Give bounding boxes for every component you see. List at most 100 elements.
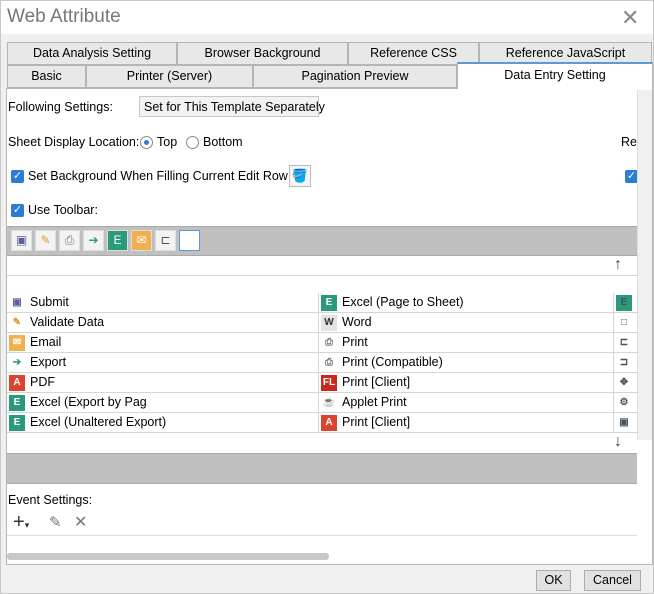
pdf-icon: A (9, 374, 25, 391)
list-item[interactable]: ⚙ (613, 393, 637, 412)
excel-icon: E (9, 394, 25, 411)
export-icon[interactable]: ➔ (83, 230, 104, 251)
hierarchy-icon: ⊐ (619, 356, 629, 368)
export-icon: ➔ (12, 356, 22, 368)
list-bottom-row: ↓ (7, 433, 637, 453)
table-row: ▣ Submit E Excel (Page to Sheet) E (7, 293, 637, 313)
list-item[interactable]: ✉ Email (7, 333, 318, 352)
table-row: ✉ Email ⎙ Print ⊏ (7, 333, 637, 353)
email-icon[interactable]: ✉ (131, 230, 152, 251)
list-item-label: Submit (30, 295, 69, 309)
save-icon[interactable]: ▣ (11, 230, 32, 251)
list-item-label: Excel (Unaltered Export) (30, 415, 167, 429)
tab-browser-background[interactable]: Browser Background (177, 42, 348, 65)
cancel-button[interactable]: Cancel (584, 570, 641, 591)
list-item-label: Print [Client] (342, 375, 411, 389)
print-icon: ⎙ (325, 336, 333, 348)
list-item-label: PDF (30, 375, 55, 389)
gear-icon: ⚙ (619, 396, 629, 408)
move-down-icon[interactable]: ↓ (614, 433, 622, 451)
horizontal-scrollbar[interactable] (7, 553, 329, 560)
list-item-label: Validate Data (30, 315, 105, 329)
tab-basic[interactable]: Basic (7, 65, 86, 88)
table-row: A PDF FL Print [Client] ✥ (7, 373, 637, 393)
radio-bottom[interactable] (186, 136, 199, 149)
excel-icon[interactable]: E (107, 230, 128, 251)
email-icon: ✉ (9, 334, 25, 351)
tab-data-entry-setting[interactable]: Data Entry Setting (457, 62, 653, 89)
radio-top[interactable] (140, 136, 153, 149)
list-item[interactable]: ⊏ (613, 333, 637, 352)
list-item[interactable]: A PDF (7, 373, 318, 392)
save-clock-icon: ▣ (619, 416, 629, 428)
print-icon: ⎙ (325, 356, 333, 368)
hierarchy-icon[interactable]: ⊏ (155, 230, 176, 251)
hierarchy-icon: ⊏ (619, 336, 629, 348)
flash-icon: FL (321, 374, 337, 391)
list-item-label: Print (342, 335, 368, 349)
event-settings-label: Event Settings: (8, 493, 93, 507)
pdf-icon: A (321, 414, 337, 431)
list-item[interactable]: ➔ Export (7, 353, 318, 372)
set-background-label: Set Background When Filling Current Edit… (28, 169, 292, 183)
list-item[interactable]: E (613, 293, 637, 312)
tab-printer-server[interactable]: Printer (Server) (86, 65, 253, 88)
window-title: Web Attribute (7, 6, 121, 27)
list-item[interactable]: ✥ (613, 373, 637, 392)
delete-icon[interactable]: ✕ (74, 512, 87, 532)
list-item[interactable]: □ (613, 313, 637, 332)
truncated-label: Re (621, 135, 637, 149)
following-settings-label: Following Settings: (8, 100, 113, 114)
list-item[interactable]: ⎙ Print (318, 333, 613, 352)
table-row: ➔ Export ⎙ Print (Compatible) ⊐ (7, 353, 637, 373)
list-item-label: Export (30, 355, 67, 369)
list-item[interactable]: ▣ Submit (7, 293, 318, 312)
word-icon: W (321, 314, 337, 331)
tab-pagination-preview[interactable]: Pagination Preview (253, 65, 457, 88)
list-item[interactable]: ✎ Validate Data (7, 313, 318, 332)
list-item[interactable]: ⊐ (613, 353, 637, 372)
list-item[interactable]: FL Print [Client] (318, 373, 613, 392)
window-icon: □ (620, 316, 628, 328)
excel-icon: E (9, 414, 25, 431)
validate-icon: ✎ (12, 316, 22, 328)
list-item[interactable]: ☕ Applet Print (318, 393, 613, 412)
ok-button[interactable]: OK (536, 570, 571, 591)
list-item-label: Excel (Page to Sheet) (342, 295, 464, 309)
vertical-scrollbar[interactable] (637, 90, 652, 440)
paint-bucket-icon[interactable]: 🪣 (289, 165, 311, 187)
print-icon[interactable]: ⎙ (59, 230, 80, 251)
list-item-label: Email (30, 335, 62, 349)
close-icon[interactable]: ✕ (621, 5, 639, 31)
use-toolbar-checkbox[interactable]: ✓ (11, 204, 24, 217)
list-item[interactable]: E Excel (Export by Pag (7, 393, 318, 412)
applet-icon: ☕ (322, 396, 336, 408)
add-icon[interactable]: +▾ (13, 511, 29, 534)
move-up-icon[interactable]: ↑ (614, 256, 622, 274)
following-settings-select[interactable]: Set for This Template Separately ⌄ (139, 96, 325, 117)
table-row: ✎ Validate Data W Word □ (7, 313, 637, 333)
validate-icon[interactable]: ✎ (35, 230, 56, 251)
save-icon: ▣ (12, 296, 22, 308)
list-item[interactable]: E Excel (Unaltered Export) (7, 413, 318, 432)
list-item[interactable]: ⎙ Print (Compatible) (318, 353, 613, 372)
gray-bar (7, 453, 637, 484)
list-item[interactable]: ▣ (613, 413, 637, 432)
divider (7, 535, 637, 536)
radio-top-label: Top (157, 135, 178, 149)
edit-icon[interactable]: ✎ (49, 513, 62, 531)
set-background-checkbox[interactable]: ✓ (11, 170, 24, 183)
list-item[interactable]: W Word (318, 313, 613, 332)
excel-icon: E (321, 294, 337, 311)
list-item-label: Print (Compatible) (342, 355, 443, 369)
list-item-label: Print [Client] (342, 415, 411, 429)
title-bar: Web Attribute ✕ (1, 1, 653, 34)
use-toolbar-label: Use Toolbar: (28, 203, 98, 217)
list-item[interactable]: E Excel (Page to Sheet) (318, 293, 613, 312)
list-item[interactable]: A Print [Client] (318, 413, 613, 432)
sheet-display-label: Sheet Display Location: (8, 135, 140, 149)
tab-data-analysis-setting[interactable]: Data Analysis Setting (7, 42, 177, 65)
following-settings-value: Set for This Template Separately (144, 100, 325, 114)
window-icon[interactable] (179, 230, 200, 251)
table-row: E Excel (Export by Pag ☕ Applet Print ⚙ (7, 393, 637, 413)
